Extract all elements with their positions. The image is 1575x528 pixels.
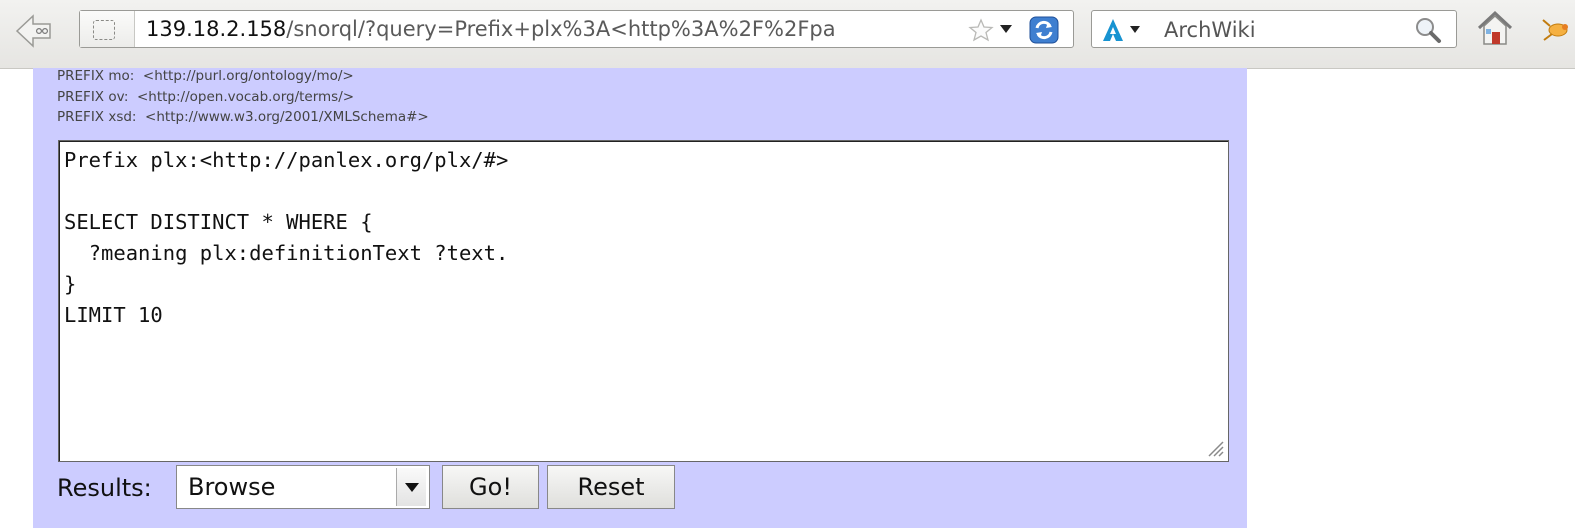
prefix-list: PREFIX mo: <http://purl.org/ontology/mo/… [57,66,429,128]
browser-toolbar: 139.18.2.158/snorql/?query=Prefix+plx%3A… [0,0,1575,69]
site-identity-icon [93,20,115,40]
url-text[interactable]: 139.18.2.158/snorql/?query=Prefix+plx%3A… [146,17,966,41]
url-path: /snorql/?query=Prefix+plx%3A<http%3A%2F%… [286,17,836,41]
results-label: Results: [57,474,152,502]
chevron-down-icon [405,483,419,492]
go-button[interactable]: Go! [442,465,539,509]
bookmark-star-icon[interactable] [968,18,994,42]
home-icon[interactable] [1475,8,1515,48]
prefix-line: PREFIX mo: <http://purl.org/ontology/mo/… [57,68,354,84]
search-engine-icon[interactable] [1100,17,1126,43]
url-host: 139.18.2.158 [146,17,287,41]
address-bar[interactable]: 139.18.2.158/snorql/?query=Prefix+plx%3A… [79,10,1074,48]
search-engine-dropdown-icon[interactable] [1130,26,1140,33]
select-dropdown-button[interactable] [396,468,426,506]
addon-icon[interactable] [1538,12,1575,46]
site-identity-button[interactable] [80,11,135,47]
search-bar[interactable]: ArchWiki [1091,10,1457,48]
resize-grip-icon[interactable] [1201,434,1225,458]
sparql-query-editor[interactable]: Prefix plx:<http://panlex.org/plx/#> SEL… [58,140,1229,462]
reload-icon[interactable] [1028,15,1060,45]
reset-button[interactable]: Reset [547,465,675,509]
results-format-value: Browse [188,473,276,501]
url-history-dropdown-icon[interactable] [1000,25,1012,33]
prefix-line: PREFIX xsd: <http://www.w3.org/2001/XMLS… [57,109,429,125]
back-icon [15,14,51,48]
search-input[interactable]: ArchWiki [1164,18,1256,42]
query-panel: PREFIX mo: <http://purl.org/ontology/mo/… [33,68,1247,528]
results-format-select[interactable]: Browse [176,465,430,509]
search-icon[interactable] [1412,15,1444,45]
back-button[interactable] [14,12,54,50]
prefix-line: PREFIX ov: <http://open.vocab.org/terms/… [57,88,355,105]
